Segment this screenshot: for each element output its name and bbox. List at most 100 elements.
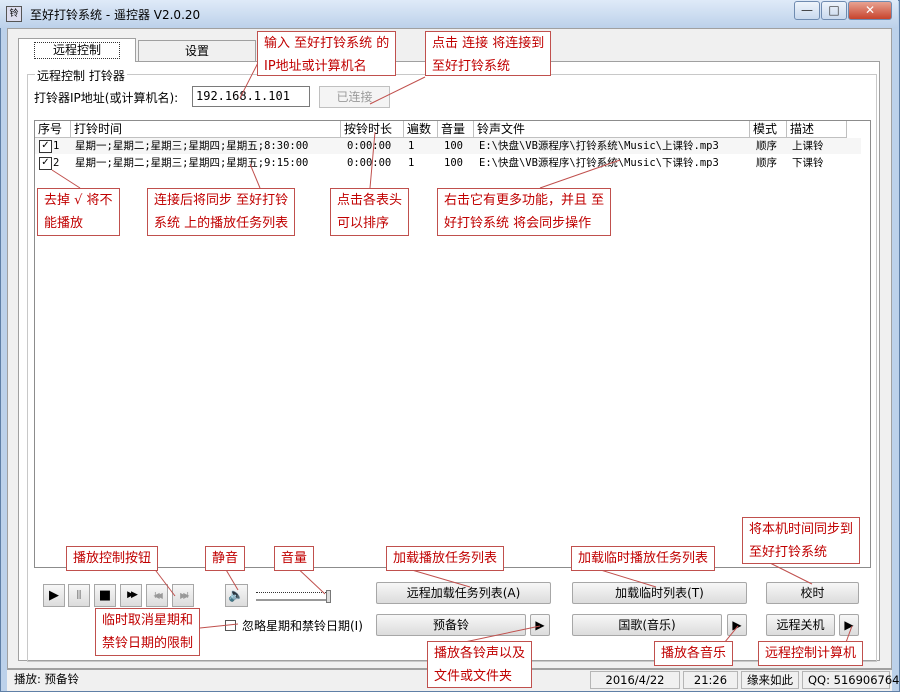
remote-shutdown-button[interactable]: 远程关机 [766, 614, 835, 636]
app-icon: 铃 [6, 6, 22, 22]
note-context: 右击它有更多功能，并且 至好打铃系统 将会同步操作 [437, 188, 612, 236]
note-context-line2: 好打铃系统 将会同步操作 [444, 216, 592, 231]
note-load-tasks: 加载播放任务列表 [386, 546, 505, 571]
play-icon: ▶ [49, 588, 59, 603]
note-temp-cancel: 临时取消星期和 禁铃日期的限制 [95, 608, 201, 656]
note-remote-pc: 远程控制计算机 [758, 641, 864, 666]
status-time: 21:26 [683, 671, 738, 689]
note-context-line1: 右击它有更多功能，并且 至 [444, 193, 605, 208]
next-button[interactable]: ▶▶ [120, 584, 142, 607]
speaker-icon: 🔈 [228, 588, 245, 603]
skip-back-icon: I◀◀ [154, 591, 163, 600]
note-playback: 播放控制按钮 [66, 546, 159, 571]
note-temp-cancel-line1: 临时取消星期和 [102, 613, 194, 628]
note-timesync: 将本机时间同步到 至好打铃系统 [742, 517, 861, 564]
stop-button[interactable]: ■ [94, 584, 116, 607]
note-sort-line1: 点击各表头 [337, 193, 403, 208]
status-qq: QQ: 516906764 [802, 671, 899, 689]
table-row[interactable]: ✓ 1 星期一;星期二;星期三;星期四;星期五;8:30:00 0:00:00 … [35, 138, 861, 154]
cell-file: E:\快盘\VB源程序\打铃系统\Music\下课铃.mp3 [479, 157, 719, 169]
note-ip: 输入 至好打铃系统 的 IP地址或计算机名 [257, 31, 397, 76]
mute-button[interactable]: 🔈 [225, 584, 248, 607]
music-menu-button[interactable]: ▶ [727, 614, 747, 636]
bell-menu-button[interactable]: ▶ [530, 614, 550, 636]
volume-slider[interactable] [256, 590, 331, 604]
header-mode[interactable]: 模式 [750, 121, 787, 138]
note-uncheck: 去掉 √ 将不 能播放 [37, 188, 120, 236]
timesync-button[interactable]: 校时 [766, 582, 859, 604]
row-checkbox[interactable]: ✓ [39, 157, 52, 170]
header-desc[interactable]: 描述 [787, 121, 847, 138]
cell-duration: 0:00:00 [347, 140, 392, 152]
skip-back-button[interactable]: I◀◀ [146, 584, 168, 607]
status-user: 缘来如此 [741, 671, 799, 689]
pause-icon: Ⅱ [76, 588, 82, 602]
cell-time: 星期一;星期二;星期三;星期四;星期五;8:30:00 [75, 140, 309, 152]
header-volume[interactable]: 音量 [438, 121, 474, 138]
cell-file: E:\快盘\VB源程序\打铃系统\Music\上课铃.mp3 [479, 140, 719, 152]
status-date: 2016/4/22 [590, 671, 680, 689]
cell-volume: 100 [444, 140, 463, 152]
volume-thumb[interactable] [326, 590, 331, 603]
cell-no: 2 [53, 157, 60, 169]
shutdown-menu-button[interactable]: ▶ [839, 614, 859, 636]
note-connect-line1: 点击 连接 将连接到 [432, 36, 545, 51]
cell-duration: 0:00:00 [347, 157, 392, 169]
note-temp-cancel-line2: 禁铃日期的限制 [102, 636, 194, 651]
header-file[interactable]: 铃声文件 [474, 121, 750, 138]
note-sort: 点击各表头 可以排序 [330, 188, 410, 236]
skip-forward-button[interactable]: ▶▶I [172, 584, 194, 607]
header-no[interactable]: 序号 [35, 121, 71, 138]
tab-remote-control[interactable]: 远程控制 [18, 38, 136, 62]
tab-remote-label: 远程控制 [33, 42, 120, 59]
ip-label: 打铃器IP地址(或计算机名): [34, 91, 179, 105]
note-connect-line2: 至好打铃系统 [432, 59, 511, 74]
minimize-button[interactable]: — [794, 1, 820, 20]
note-play-files-line1: 播放各铃声以及 [434, 646, 526, 661]
ip-input[interactable]: 192.168.1.101 [192, 86, 310, 107]
header-duration[interactable]: 按铃时长 [341, 121, 404, 138]
cell-volume: 100 [444, 157, 463, 169]
table-row[interactable]: ✓ 2 星期一;星期二;星期三;星期四;星期五;9:15:00 0:00:00 … [35, 155, 861, 171]
note-play-music: 播放各音乐 [654, 641, 734, 666]
cell-desc: 上课铃 [792, 140, 824, 152]
cell-times: 1 [408, 140, 415, 152]
note-volume: 音量 [274, 546, 315, 571]
window-title: 至好打铃系统 - 遥控器 V2.0.20 [30, 8, 201, 22]
note-play-files: 播放各铃声以及 文件或文件夹 [427, 641, 533, 688]
note-sync-line2: 系统 上的播放任务列表 [154, 216, 289, 231]
close-button[interactable]: ✕ [848, 1, 892, 20]
tab-settings[interactable]: 设置 [138, 40, 256, 62]
remote-load-tasks-button[interactable]: 远程加载任务列表(A) [376, 582, 551, 604]
next-icon: ▶▶ [127, 590, 138, 600]
note-ip-line2: IP地址或计算机名 [264, 59, 367, 74]
load-temp-list-button[interactable]: 加载临时列表(T) [572, 582, 747, 604]
note-mute: 静音 [205, 546, 246, 571]
bell-play-button[interactable]: 预备铃 [376, 614, 526, 636]
cell-desc: 下课铃 [792, 157, 824, 169]
header-time[interactable]: 打铃时间 [71, 121, 341, 138]
note-timesync-line1: 将本机时间同步到 [749, 522, 854, 537]
group-title: 远程控制 打铃器 [35, 67, 127, 84]
note-sync: 连接后将同步 至好打铃 系统 上的播放任务列表 [147, 188, 296, 236]
note-sort-line2: 可以排序 [337, 216, 390, 231]
cell-times: 1 [408, 157, 415, 169]
play-button[interactable]: ▶ [43, 584, 65, 607]
note-uncheck-line1: 去掉 √ 将不 [44, 193, 113, 208]
ignore-checkbox[interactable] [225, 620, 236, 631]
header-times[interactable]: 遍数 [404, 121, 438, 138]
ignore-checkbox-label[interactable]: 忽略星期和禁铃日期(I) [242, 617, 363, 634]
row-checkbox[interactable]: ✓ [39, 140, 52, 153]
note-timesync-line2: 至好打铃系统 [749, 545, 828, 560]
note-load-temp: 加载临时播放任务列表 [571, 546, 716, 571]
skip-forward-icon: ▶▶I [180, 591, 189, 600]
connect-button[interactable]: 已连接 [319, 86, 390, 108]
note-uncheck-line2: 能播放 [44, 216, 84, 231]
music-play-button[interactable]: 国歌(音乐) [572, 614, 722, 636]
maximize-button[interactable]: □ [821, 1, 847, 20]
cell-mode: 顺序 [756, 157, 777, 169]
note-connect: 点击 连接 将连接到 至好打铃系统 [425, 31, 552, 76]
pause-button[interactable]: Ⅱ [68, 584, 90, 607]
cell-no: 1 [53, 140, 60, 152]
note-sync-line1: 连接后将同步 至好打铃 [154, 193, 289, 208]
